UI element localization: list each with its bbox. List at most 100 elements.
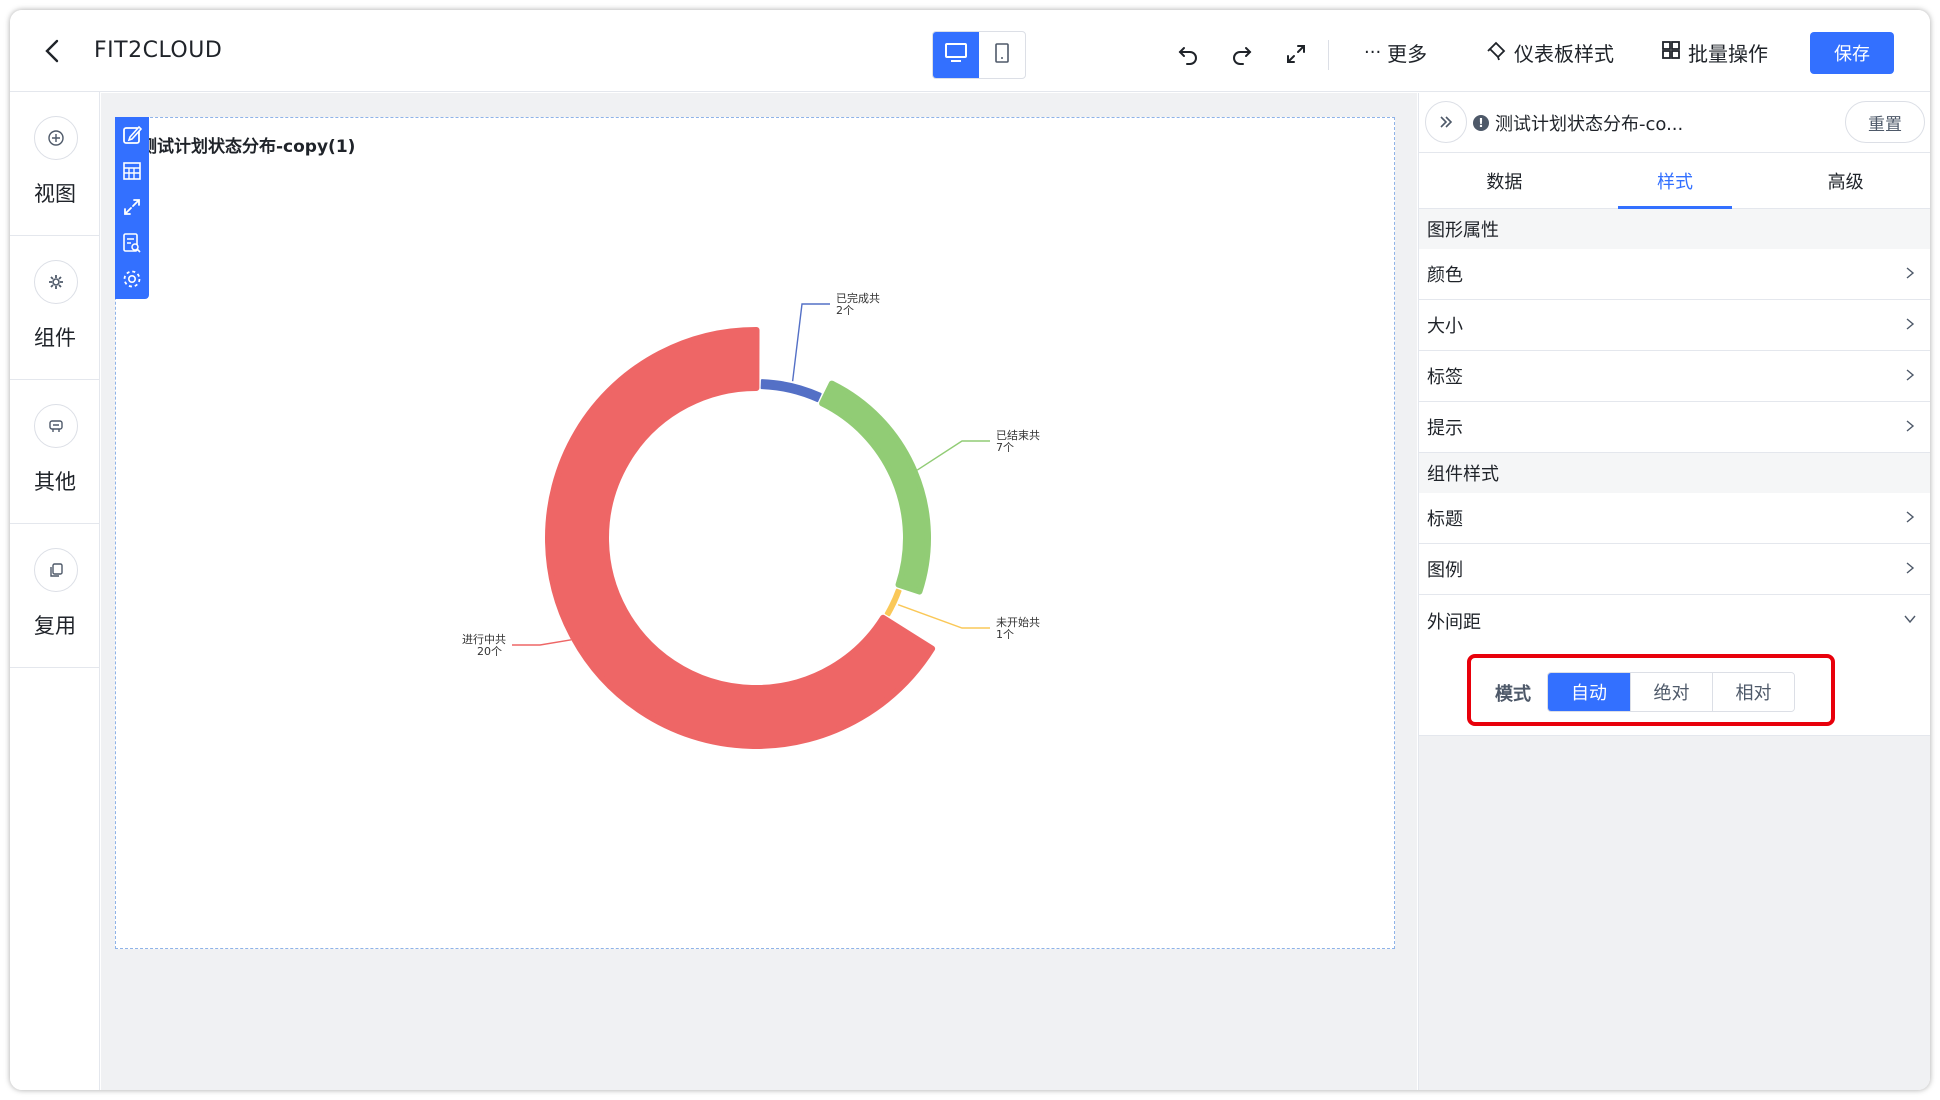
monitor-icon [944,42,968,68]
view-mode-toggle [932,31,1026,79]
slice-label-name: 未开始共 [996,615,1040,629]
batch-operation-button[interactable]: 批量操作 [1660,38,1768,67]
donut-slice[interactable] [545,327,936,749]
row-label: 标签 [1427,367,1463,388]
label-leader-line [512,639,572,646]
row-label: 标题 [1427,509,1463,530]
chevron-right-icon [1906,562,1915,574]
edit-icon[interactable] [119,121,145,149]
slice-label-count: 1个 [996,628,1014,641]
label-leader-line [916,440,990,471]
mode-option-auto[interactable]: 自动 [1548,673,1630,711]
row-tooltip[interactable]: 提示 [1419,402,1930,453]
back-arrow-icon[interactable] [38,36,68,66]
sidebar-item-component[interactable]: 组件 [10,236,100,380]
ellipsis-icon: ··· [1364,42,1382,63]
sidebar-item-reuse[interactable]: 复用 [10,524,100,668]
slice-label-count: 7个 [996,441,1014,454]
chip-icon [34,404,78,448]
dashboard-style-button[interactable]: 仪表板样式 [1486,38,1614,67]
row-label: 外间距 [1427,611,1481,633]
gear-icon [34,260,78,304]
reset-button[interactable]: 重置 [1845,101,1925,143]
collapse-panel-icon[interactable] [1425,101,1467,143]
dashboard-style-label: 仪表板样式 [1514,42,1614,66]
slice-label-name: 已完成共 [836,291,880,305]
info-icon: ! [1473,115,1489,131]
fullscreen-icon[interactable] [1282,40,1310,68]
tab-data[interactable]: 数据 [1419,153,1590,208]
app-window: FIT2CLOUD ··· 更多 仪表板样式 批量操作 保存 视图 组件 其他 … [10,10,1930,1090]
top-toolbar: FIT2CLOUD ··· 更多 仪表板样式 批量操作 保存 [10,10,1930,92]
sidebar-item-other[interactable]: 其他 [10,380,100,524]
app-title: FIT2CLOUD [94,38,223,63]
row-margin[interactable]: 外间距 [1419,595,1930,646]
sidebar-item-label: 复用 [34,614,76,638]
row-size[interactable]: 大小 [1419,300,1930,351]
more-button[interactable]: ··· 更多 [1364,38,1427,67]
section-graph-properties: 图形属性 [1419,209,1930,249]
undo-icon[interactable] [1174,40,1202,68]
row-label: 提示 [1427,418,1463,439]
widget-edit-bar [115,117,149,299]
tab-advanced[interactable]: 高级 [1760,153,1930,208]
slice-label-count: 20个 [477,645,502,658]
settings-gear-icon[interactable] [119,265,145,293]
donut-slice[interactable] [760,379,822,403]
row-color[interactable]: 颜色 [1419,249,1930,300]
redo-icon[interactable] [1228,40,1256,68]
label-leader-line [897,604,990,629]
section-component-style: 组件样式 [1419,453,1930,493]
mode-label: 模式 [1495,684,1531,705]
mode-option-absolute[interactable]: 绝对 [1630,673,1712,711]
row-label: 颜色 [1427,265,1463,286]
copy-icon [34,548,78,592]
row-title[interactable]: 标题 [1419,493,1930,544]
properties-panel: ! 测试计划状态分布-co... 重置 数据 样式 高级 图形属性 颜色 大小 … [1418,93,1930,1090]
panel-header: ! 测试计划状态分布-co... 重置 [1419,93,1930,153]
more-label: 更多 [1387,42,1428,66]
component-sidebar: 视图 组件 其他 复用 [10,92,100,1090]
sidebar-item-view[interactable]: 视图 [10,92,100,236]
chevron-right-icon [1906,267,1915,279]
chevron-right-icon [1906,369,1915,381]
sidebar-item-label: 组件 [34,326,76,350]
tab-style[interactable]: 样式 [1590,153,1761,208]
chevron-right-icon [1906,318,1915,330]
label-leader-line [791,303,830,382]
donut-slice[interactable] [819,380,931,595]
slice-label-count: 2个 [836,304,854,317]
margin-settings: 模式 自动 绝对 相对 [1419,646,1930,736]
grid-icon [1660,39,1682,66]
toolbar-divider [1328,40,1329,70]
row-label: 图例 [1427,560,1463,581]
save-button[interactable]: 保存 [1810,32,1894,74]
mode-segmented-control: 自动 绝对 相对 [1547,672,1795,712]
chevron-right-icon [1906,420,1915,432]
sidebar-item-label: 视图 [34,182,76,206]
donut-chart: 已完成共2个已结束共7个未开始共1个进行中共20个 [462,291,1040,749]
panel-chart-title: 测试计划状态分布-co... [1495,114,1684,135]
panel-tabs: 数据 样式 高级 [1419,153,1930,209]
mode-option-relative[interactable]: 相对 [1712,673,1794,711]
highlight-annotation: 模式 自动 绝对 相对 [1467,654,1835,726]
batch-operation-label: 批量操作 [1688,42,1768,66]
donut-slice[interactable] [884,588,902,617]
expand-icon[interactable] [119,193,145,221]
phone-icon [994,42,1010,68]
row-legend[interactable]: 图例 [1419,544,1930,595]
desktop-view-button[interactable] [933,32,979,78]
chevron-down-icon [1904,615,1916,624]
chevron-right-icon [1906,511,1915,523]
row-label: 大小 [1427,316,1463,337]
mobile-view-button[interactable] [979,32,1025,78]
dashboard-canvas: 已完成共 2个 已结束共 7个 未开始共 1个 进行中共 20个 测试计划状态分布-copy(… [101,93,1417,1090]
chart-title: 测试计划状态分布-copy(1) [140,137,356,157]
calendar-grid-icon[interactable] [119,157,145,185]
row-label-settings[interactable]: 标签 [1419,351,1930,402]
paint-icon [1486,39,1508,66]
chart-widget[interactable]: 已完成共 2个 已结束共 7个 未开始共 1个 进行中共 20个 测试计划状态分布-copy(… [115,117,1395,949]
plus-circle-icon [34,116,78,160]
detail-search-icon[interactable] [119,229,145,257]
sidebar-item-label: 其他 [34,470,76,494]
